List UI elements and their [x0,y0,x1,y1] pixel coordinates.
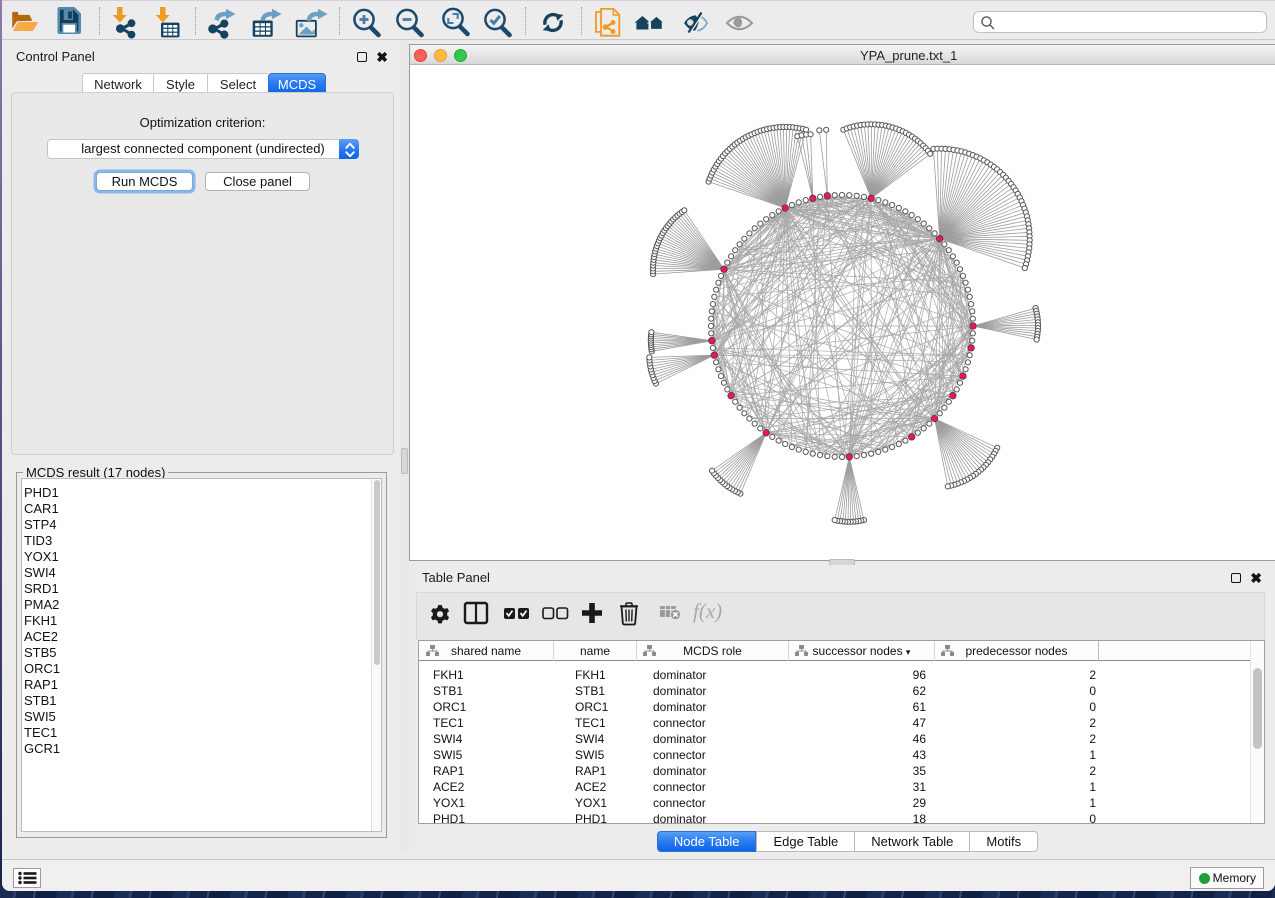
svg-text:f(x): f(x) [693,599,722,623]
